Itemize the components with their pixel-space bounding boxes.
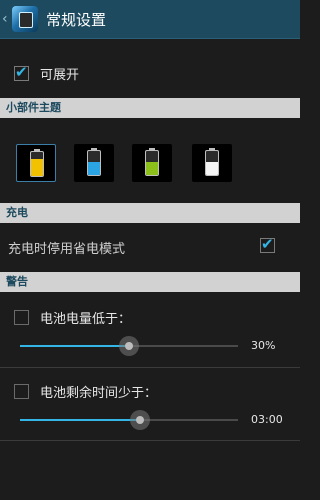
battery-theme-yellow[interactable] [16, 144, 56, 182]
disable-power-saving-label[interactable]: 充电时停用省电模式 [8, 238, 125, 257]
page-title: 常规设置 [46, 10, 107, 29]
battery-low-checkbox[interactable] [14, 310, 29, 325]
battery-low-label[interactable]: 电池电量低于： [40, 308, 131, 327]
battery-icon [145, 150, 159, 176]
battery-icon [87, 150, 101, 176]
slider-fill [20, 345, 129, 347]
battery-theme-green[interactable] [132, 144, 172, 182]
battery-low-slider[interactable] [20, 336, 238, 356]
slider-fill [20, 419, 140, 421]
slider-thumb[interactable] [129, 410, 150, 430]
battery-icon [205, 150, 219, 176]
divider [0, 367, 300, 368]
section-header-widget-theme: 小部件主题 [0, 98, 300, 118]
section-header-warning: 警告 [0, 272, 300, 292]
chevron-left-icon[interactable]: ‹ [2, 12, 10, 26]
expandable-checkbox[interactable] [14, 63, 29, 81]
battery-theme-blue[interactable] [74, 144, 114, 182]
divider [0, 440, 300, 441]
time-remaining-value: 03:00 [251, 413, 283, 426]
battery-low-value: 30% [251, 339, 276, 352]
title-bar: ‹ 常规设置 [0, 0, 300, 39]
battery-theme-white[interactable] [192, 144, 232, 182]
time-remaining-slider[interactable] [20, 410, 238, 430]
expandable-label[interactable]: 可展开 [40, 64, 79, 83]
time-remaining-label[interactable]: 电池剩余时间少于： [40, 382, 157, 401]
section-header-charging: 充电 [0, 203, 300, 223]
disable-power-saving-checkbox[interactable] [260, 235, 275, 253]
battery-icon [30, 151, 44, 177]
battery-app-icon[interactable] [12, 6, 38, 32]
time-remaining-checkbox[interactable] [14, 384, 29, 399]
slider-thumb[interactable] [119, 336, 139, 356]
